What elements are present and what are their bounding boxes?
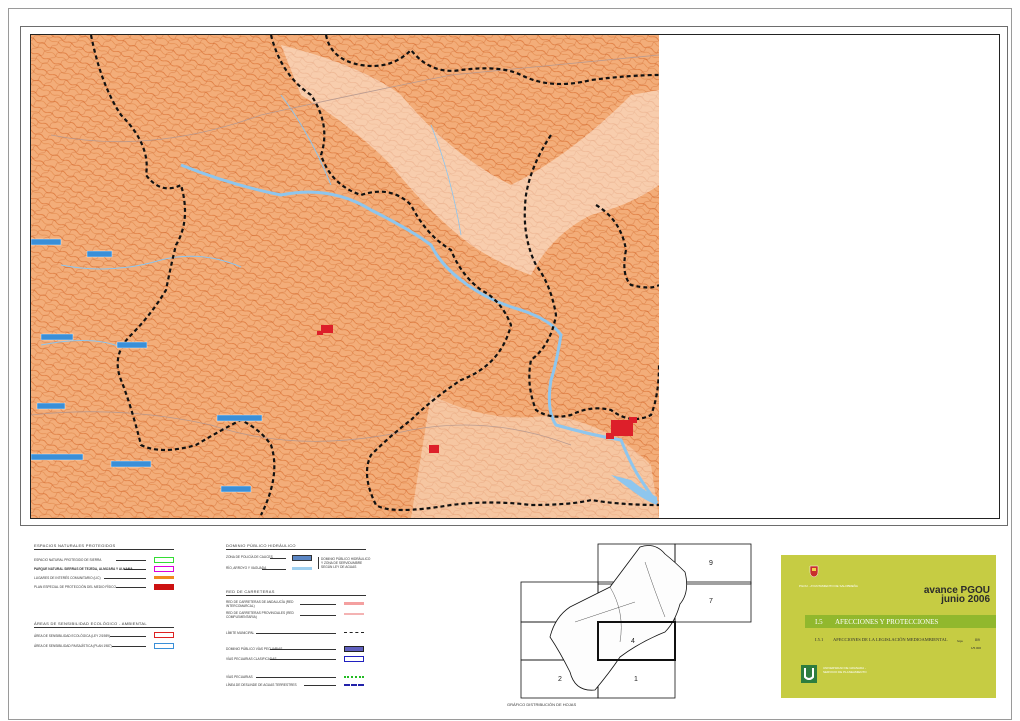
legend-item-13-label: VÍAS PECUARIAS CLASIFICADAS <box>226 657 277 661</box>
map-scale: 1/5.000 <box>971 646 982 650</box>
section-title: AFECCIONES Y PROTECCIONES <box>835 618 939 626</box>
subsection-title: AFECCIONES DE LA LEGISLACIÓN MEDIOAMBIEN… <box>833 637 948 642</box>
legend-swatch-7 <box>292 555 312 561</box>
legend-item-5-label: ÁREA DE SENSIBILIDAD ECOLÓGICA (LEY 2/19… <box>34 634 110 638</box>
legend-note-hydraulic: DOMINIO PÚBLICO HIDRÁULICO Y ZONA DE SER… <box>318 557 371 569</box>
legend-rule <box>34 627 174 628</box>
legend-item-15-label: LÍNEA DE DESLINDE DE AGUAS TERRESTRES <box>226 683 297 687</box>
sheet-value: 8/9 <box>975 638 980 642</box>
key-sheet-7: 7 <box>709 598 713 605</box>
key-sheet-4: 4 <box>631 638 635 645</box>
coat-of-arms-icon <box>809 565 819 578</box>
title-card-org: PGOU - AYUNTAMIENTO DE SALOBREÑA <box>799 584 858 588</box>
legend-item-4-label: PLAN ESPECIAL DE PROTECCIÓN DEL MEDIO FÍ… <box>34 585 116 589</box>
legend-swatch-10 <box>344 613 364 615</box>
legend-leader <box>300 615 336 616</box>
legend-swatch-5 <box>154 632 174 638</box>
legend-rule <box>34 549 174 550</box>
sheet-key-map[interactable] <box>515 542 755 712</box>
legend-swatch-3 <box>154 576 174 579</box>
topographic-map[interactable] <box>31 35 659 518</box>
legend-swatch-1 <box>154 557 174 563</box>
legend-swatch-14 <box>344 676 364 678</box>
municipality-outline <box>549 545 688 691</box>
legend-item-2-label: PARQUE NATURAL SIERRAS DE TEJEDA, ALMIJA… <box>34 567 133 571</box>
legend-leader <box>104 578 146 579</box>
legend-leader <box>270 659 336 660</box>
university-logo-icon <box>801 665 817 683</box>
legend-item-3-label: LUGARES DE INTERÉS COMUNITARIO (LIC) <box>34 576 101 580</box>
legend-swatch-11 <box>344 632 364 633</box>
sheet-label: hoja <box>957 639 963 643</box>
legend-rule <box>226 595 366 596</box>
legend-leader <box>300 604 336 605</box>
legend-leader <box>256 677 336 678</box>
legend-leader <box>124 569 146 570</box>
legend-leader <box>116 560 146 561</box>
plan-date: junio 2006 <box>941 594 990 605</box>
section-number: I.5 <box>815 618 823 626</box>
subsection-number: I.5.1 <box>815 637 824 642</box>
legend-swatch-4 <box>154 584 174 590</box>
legend-leader <box>116 587 146 588</box>
key-sheet-2: 2 <box>558 676 562 683</box>
town-centre-3 <box>429 445 439 453</box>
legend-leader <box>110 636 146 637</box>
legend-rule <box>226 549 366 550</box>
legend-leader <box>304 685 336 686</box>
key-sheet-9: 9 <box>709 560 713 567</box>
section-band: I.5 AFECCIONES Y PROTECCIONES <box>805 615 996 628</box>
legend-leader <box>270 558 286 559</box>
title-card: PGOU - AYUNTAMIENTO DE SALOBREÑA avance … <box>781 555 996 698</box>
legend-swatch-2 <box>154 566 174 572</box>
title-card-plan: avance PGOU junio 2006 <box>902 586 990 605</box>
legend-item-14-label: VÍAS PECUARIAS <box>226 675 253 679</box>
key-sheet-1: 1 <box>634 676 638 683</box>
legend-swatch-9 <box>344 602 364 605</box>
legend-swatch-8 <box>292 567 312 570</box>
legend-leader <box>256 633 336 634</box>
legend-leader <box>112 646 146 647</box>
legend-title-roads: RED DE CARRETERAS <box>226 589 275 594</box>
legend-swatch-12 <box>344 646 364 652</box>
legend-leader <box>270 649 336 650</box>
legend-item-11-label: LÍMITE MUNICIPAL <box>226 631 255 635</box>
legend-leader <box>262 569 286 570</box>
legend-title-protected: ESPACIOS NATURALES PROTEGIDOS <box>34 543 116 548</box>
legend-item-1-label: ESPACIO NATURAL PROTEGIDO DE SIERRA <box>34 558 102 562</box>
legend-title-hydraulic: DOMINIO PÚBLICO HIDRÁULICO <box>226 543 296 548</box>
key-map-caption: GRÁFICO DISTRIBUCIÓN DE HOJAS <box>507 702 577 707</box>
legend-title-sensitivity: ÁREAS DE SENSIBILIDAD ECOLÓGICO - AMBIEN… <box>34 621 147 626</box>
legend-item-6-label: ÁREA DE SENSIBILIDAD PAISAJÍSTICA (PLAN … <box>34 644 112 648</box>
legend-item-7-label: ZONA DE POLICÍA DE CAUCES <box>226 555 273 559</box>
university-logo-text: UNIVERSIDAD DE GRANADA - SERVICIO DE PLA… <box>823 666 867 674</box>
legend-item-8-label: RÍO, ARROYO Y VAGUADA <box>226 566 267 570</box>
legend-swatch-6 <box>154 643 174 649</box>
legend-swatch-13 <box>344 656 364 662</box>
legend-swatch-15 <box>344 684 364 686</box>
